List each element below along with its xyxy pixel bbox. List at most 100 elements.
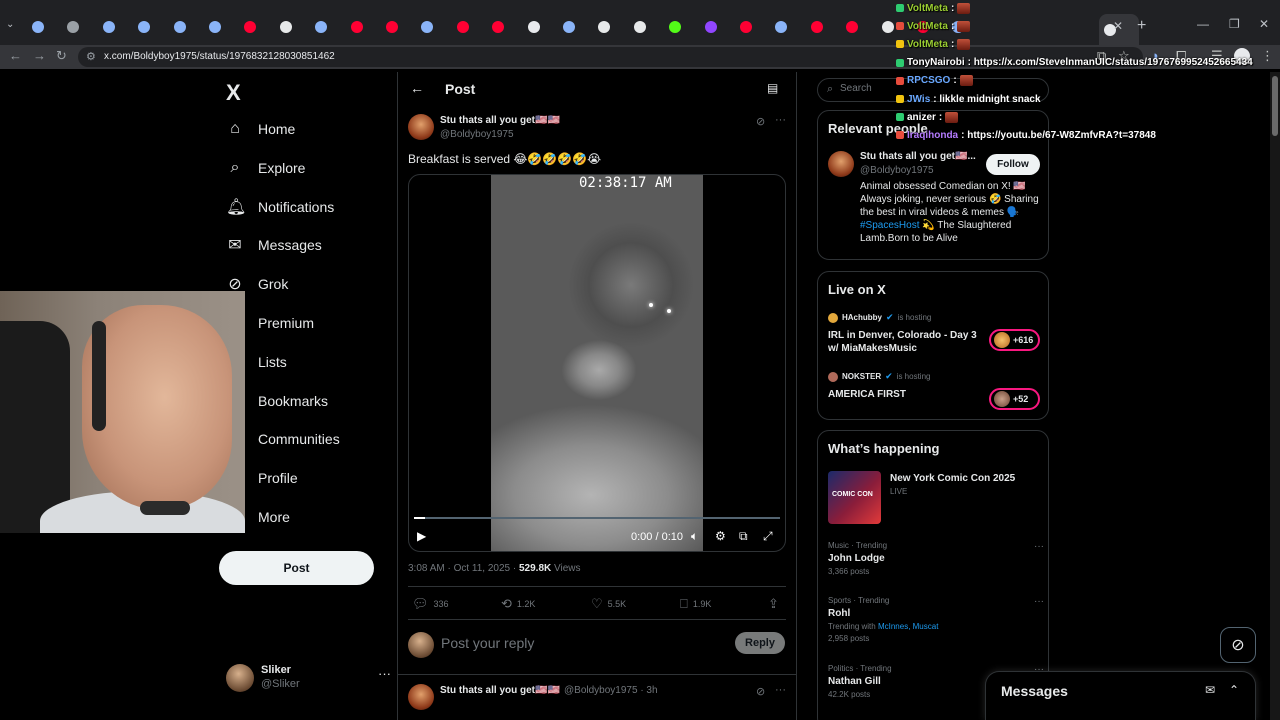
forward-icon[interactable]: → [33,48,46,63]
browser-tab[interactable] [806,17,836,37]
bookmark-action[interactable]: ⎕ 1.9K [680,596,711,612]
more-icon[interactable]: ··· [775,684,786,696]
back-arrow-icon[interactable]: ← [410,80,424,96]
chat-badge-icon [896,58,904,67]
avatar[interactable] [828,151,854,177]
messages-drawer[interactable]: Messages ✉ ⌃ [985,671,1256,720]
reply-bubble-icon: 💬︎ [412,596,429,611]
browser-tab[interactable] [735,17,765,37]
browser-tab[interactable] [169,17,199,37]
address-url[interactable]: x.com/Boldyboy1975/status/19768321280308… [104,51,335,62]
browser-tab[interactable] [133,17,163,37]
browser-tab[interactable] [98,17,128,37]
reader-mode-icon[interactable]: ▤ [767,81,778,95]
trend-item[interactable]: Music · Trending John Lodge 3,366 posts … [828,541,1044,576]
browser-tab[interactable] [523,17,553,37]
more-icon[interactable]: ··· [1034,541,1044,552]
author-name[interactable]: Stu thats all you get🇺🇸🇺🇸 [440,115,560,126]
share-icon[interactable]: ⇪ [768,596,779,612]
post-button[interactable]: Post [219,551,374,585]
browser-tab[interactable] [452,17,482,37]
browser-tab[interactable] [487,17,517,37]
post-timestamp[interactable]: 3:08 AM · Oct 11, 2025 · [408,563,519,574]
video-player[interactable]: 02:38:17 AM ▶ 0:00 / 0:10 🔈︎ ⚙ ⧉ ⤢ [408,174,786,552]
reply-author-handle[interactable]: @Boldyboy1975 · 3h [564,685,658,696]
reply-input[interactable] [441,635,721,651]
more-icon[interactable]: ··· [775,114,786,126]
browser-tab[interactable] [27,17,57,37]
fullscreen-icon[interactable]: ⤢ [763,529,773,544]
browser-tab[interactable] [558,17,588,37]
author-handle[interactable]: @Boldyboy1975 [440,129,514,140]
listener-count: +52 [1013,394,1029,404]
tab-favicon-icon [421,21,434,33]
author-avatar[interactable] [408,684,434,710]
back-icon[interactable]: ← [9,48,22,63]
video-progress-bar[interactable] [414,517,780,519]
sidebar-item-explore[interactable]: ⌕ Explore [226,153,306,183]
person-name[interactable]: Stu thats all you get🇺🇸... [860,151,976,162]
sidebar-item-messages[interactable]: ✉ Messages [226,230,322,260]
browser-tab[interactable] [700,17,730,37]
sidebar-item-label: More [258,509,290,525]
search-icon: ⌕ [827,83,834,95]
repost-action[interactable]: ⟲ 1.2K [501,596,535,612]
webcam-overlay [0,291,245,533]
listeners-pill[interactable]: +52 [989,388,1040,410]
like-action[interactable]: ♡ 5.5K [591,596,626,612]
new-message-icon[interactable]: ✉ [1205,683,1215,697]
sidebar-item-label: Explore [258,159,306,176]
browser-tab[interactable] [629,17,659,37]
sidebar-item-notifications[interactable]: 🔔︎ Notifications [226,192,334,222]
hashtag-link[interactable]: #SpacesHost [860,220,919,231]
picture-in-picture-icon[interactable]: ⧉ [739,529,748,544]
settings-gear-icon[interactable]: ⚙ [715,529,726,543]
browser-tab[interactable] [664,17,694,37]
browser-tab[interactable] [770,17,800,37]
live-host[interactable]: NOKSTER ✔ is hosting [828,371,930,382]
live-space-title[interactable]: AMERICA FIRST [828,388,983,401]
play-icon[interactable]: ▶ [417,529,426,543]
reply-button[interactable]: Reply [735,632,785,654]
person-handle[interactable]: @Boldyboy1975 [860,165,934,176]
live-space-title[interactable]: IRL in Denver, Colorado - Day 3 w/ MiaMa… [828,329,983,355]
browser-tab[interactable] [204,17,234,37]
browser-tab[interactable] [593,17,623,37]
browser-tab[interactable] [416,17,446,37]
grok-explain-icon[interactable]: ⊘ [756,115,765,128]
more-icon[interactable]: ··· [378,666,391,681]
follow-button[interactable]: Follow [986,154,1040,175]
expand-up-icon[interactable]: ⌃ [1229,683,1239,697]
reply-author-name[interactable]: Stu thats all you get🇺🇸🇺🇸 [440,685,560,696]
site-info-icon[interactable]: ⚙ [86,50,96,63]
browser-tab[interactable] [346,17,376,37]
listeners-pill[interactable]: +616 [989,329,1040,351]
chat-badge-icon [896,4,904,12]
event-title[interactable]: New York Comic Con 2025 [890,473,1015,484]
page-scrollbar[interactable] [1270,72,1280,720]
tab-search-button[interactable]: ⌄ [6,19,14,30]
account-switcher[interactable]: Sliker @Sliker ··· [226,662,391,694]
volume-icon[interactable]: 🔈︎ [691,529,698,544]
event-thumbnail[interactable]: COMIC CON [828,471,881,524]
trend-item[interactable]: Sports · Trending Rohl Trending with McI… [828,596,1044,643]
live-host[interactable]: HAchubby ✔ is hosting [828,312,931,323]
trending-with-links[interactable]: McInnes, Muscat [878,622,938,631]
grok-explain-icon[interactable]: ⊘ [756,685,765,698]
browser-tab[interactable] [381,17,411,37]
browser-tab[interactable] [310,17,340,37]
chat-text: : https://youtu.be/67-W8ZmfvRA?t=37848 [961,129,1156,141]
browser-tab[interactable] [841,17,871,37]
more-icon[interactable]: ··· [1034,596,1044,607]
tab-favicon-icon [209,21,221,33]
browser-tab[interactable] [62,17,92,37]
sidebar-column: ⌕ Relevant people Stu thats all you get🇺… [816,72,1052,720]
reply-action[interactable]: 💬︎ 336 [412,596,449,612]
sidebar-item-home[interactable]: ⌂ Home [226,114,295,144]
grok-fab-button[interactable]: ⊘ [1220,627,1256,663]
author-avatar[interactable] [408,114,434,140]
browser-tab[interactable] [239,17,269,37]
x-logo-icon[interactable]: X [226,80,241,106]
reload-icon[interactable]: ↻ [56,48,67,64]
browser-tab[interactable] [275,17,305,37]
